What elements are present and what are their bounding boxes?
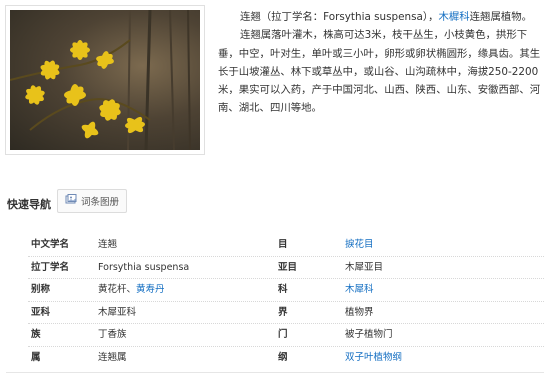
summary-text: 连翘（拉丁学名：Forsythia suspensa），木樨科连翘属植物。 连翘…: [218, 8, 546, 118]
info-key: 族: [31, 329, 41, 340]
info-row: 族 丁香族 门 被子植物门: [28, 324, 544, 347]
info-row: 亚科 木犀亚科 界 植物界: [28, 302, 544, 324]
link-oleaceae[interactable]: 木樨科: [439, 11, 470, 23]
info-key: 门: [278, 329, 288, 340]
info-value: 丁香族: [98, 329, 127, 340]
album-button[interactable]: 词条图册: [57, 189, 127, 213]
info-value: 木犀亚科: [98, 306, 137, 318]
info-value: 黄花杆、黄寿丹: [98, 279, 165, 302]
info-key: 中文学名: [31, 239, 70, 250]
info-value: Forsythia suspensa: [98, 261, 190, 273]
link-family[interactable]: 木犀科: [345, 284, 374, 295]
info-key: 亚目: [278, 261, 298, 273]
info-row: 属 连翘属 纲 双子叶植物纲: [28, 347, 544, 370]
info-key: 目: [278, 239, 288, 250]
plant-photo-frame[interactable]: [5, 5, 205, 155]
forsythia-flowers-image: [10, 10, 191, 150]
info-key: 界: [278, 306, 288, 318]
alias-text: 黄花杆、: [98, 284, 137, 295]
info-key: 别称: [31, 284, 51, 295]
summary-intro-prefix: 连翘（拉丁学名：Forsythia suspensa），: [240, 11, 439, 23]
info-value: 捩花目: [345, 234, 374, 257]
summary-intro-suffix: 连翘属植物。: [469, 11, 533, 23]
album-button-label: 词条图册: [81, 197, 120, 208]
info-row: 别称 黄花杆、黄寿丹 科 木犀科: [28, 279, 544, 302]
quick-nav-label: 快速导航: [7, 198, 51, 211]
info-value: 连翘属: [98, 351, 127, 363]
info-row: 拉丁学名 Forsythia suspensa 亚目 木犀亚目: [28, 257, 544, 279]
info-value: 双子叶植物纲: [345, 347, 402, 370]
info-key: 属: [31, 351, 41, 363]
info-value: 木犀科: [345, 279, 374, 302]
info-value: 被子植物门: [345, 329, 393, 340]
summary-paragraph: 连翘属落叶灌木，株高可达3米，枝干丛生，小枝黄色，拱形下垂，中空，叶对生，单叶或…: [218, 29, 541, 115]
link-alias[interactable]: 黄寿丹: [136, 284, 165, 295]
section-divider: [6, 372, 544, 373]
info-value: 木犀亚目: [345, 261, 384, 273]
summary-intro: 连翘（拉丁学名：Forsythia suspensa），木樨科连翘属植物。: [218, 8, 546, 26]
info-value: 连翘: [98, 239, 118, 250]
album-icon: [65, 194, 77, 208]
info-key: 科: [278, 284, 288, 295]
info-row: 中文学名 连翘 目 捩花目: [28, 234, 544, 257]
info-value: 植物界: [345, 306, 374, 318]
link-class[interactable]: 双子叶植物纲: [345, 352, 402, 363]
link-order[interactable]: 捩花目: [345, 239, 374, 250]
info-table: 中文学名 连翘 目 捩花目 拉丁学名 Forsythia suspensa 亚目…: [28, 234, 544, 369]
info-key: 纲: [278, 351, 288, 363]
info-key: 拉丁学名: [31, 261, 70, 273]
info-key: 亚科: [31, 306, 51, 318]
forsythia-photo[interactable]: [10, 10, 200, 150]
